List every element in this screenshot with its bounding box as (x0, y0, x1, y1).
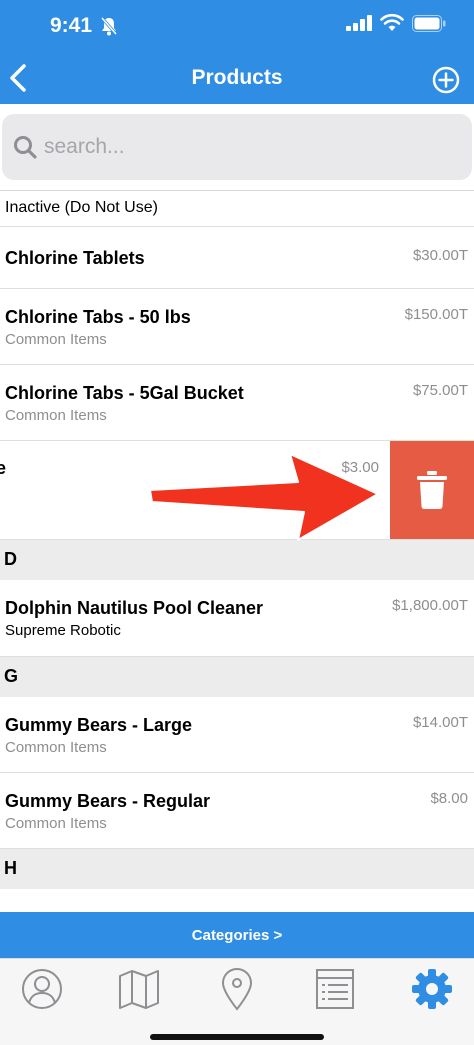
list-item[interactable]: Inactive (Do Not Use) (0, 191, 474, 227)
section-header: G (0, 657, 474, 697)
item-category: Common Items (5, 331, 107, 348)
list-item[interactable]: Dolphin Nautilus Pool Cleaner Supreme Ro… (0, 580, 474, 657)
item-price: $75.00T (412, 382, 468, 399)
categories-label: Categories > (191, 926, 283, 944)
status-indicators (346, 14, 446, 32)
product-list[interactable]: Inactive (Do Not Use) Chlorine Tablets $… (0, 190, 474, 912)
list-item[interactable]: Gummy Bears - Regular Common Items $8.00 (0, 773, 474, 849)
add-product-button[interactable] (432, 66, 460, 94)
item-price: $1,800.00T (392, 597, 468, 614)
battery-icon (412, 14, 446, 32)
item-category: Common Items (5, 815, 107, 832)
bell-off-icon (100, 17, 118, 36)
item-name: Dolphin Nautilus Pool Cleaner (5, 598, 264, 618)
item-price: $30.00T (412, 247, 468, 264)
search-input[interactable] (44, 135, 444, 159)
section-letter: G (4, 666, 19, 686)
tab-bar (0, 958, 474, 1045)
header: 9:41 Products (0, 0, 474, 104)
item-price: $14.00T (412, 714, 468, 731)
home-indicator (150, 1034, 324, 1040)
section-letter: H (4, 858, 17, 878)
item-name: Chlorine Tabs - 50 lbs (5, 307, 191, 327)
categories-button[interactable]: Categories > (0, 912, 474, 958)
list-item[interactable]: Chlorine Tabs - 5Gal Bucket Common Items… (0, 365, 474, 441)
page-title: Products (191, 66, 283, 89)
wifi-icon (380, 14, 404, 31)
list-icon[interactable] (313, 967, 357, 1011)
item-name: Gummy Bears - Regular (5, 791, 211, 811)
gear-icon[interactable] (410, 967, 454, 1011)
item-category: Common Items (5, 407, 107, 424)
item-price: $8.00 (430, 790, 468, 807)
item-name: Chlorine Tabs - 5Gal Bucket (5, 383, 244, 403)
section-header: H (0, 849, 474, 889)
section-header: D (0, 540, 474, 580)
item-name: Chlorine Tablets (5, 248, 145, 268)
search-bar[interactable] (2, 114, 472, 180)
location-pin-icon[interactable] (215, 967, 259, 1011)
search-icon (14, 136, 37, 159)
list-item[interactable]: Chlorine Tabs - 50 lbs Common Items $150… (0, 289, 474, 365)
trash-icon (417, 471, 447, 510)
item-price: $150.00T (404, 306, 468, 323)
profile-icon[interactable] (20, 967, 64, 1011)
list-item[interactable]: Gummy Bears - Large Common Items $14.00T (0, 697, 474, 773)
item-name: Inactive (Do Not Use) (5, 199, 158, 216)
map-icon[interactable] (117, 967, 161, 1011)
list-item[interactable]: Chlorine Tablets $30.00T (0, 227, 474, 289)
item-category: Common Items (5, 739, 107, 756)
delete-button[interactable] (390, 441, 474, 539)
item-category: Supreme Robotic (5, 622, 121, 639)
section-letter: D (4, 549, 17, 569)
cellular-signal-icon (346, 15, 372, 31)
item-name: Gummy Bears - Large (5, 715, 193, 735)
status-time: 9:41 (50, 14, 93, 37)
item-name: e (0, 458, 6, 479)
annotation-arrow (149, 453, 379, 541)
